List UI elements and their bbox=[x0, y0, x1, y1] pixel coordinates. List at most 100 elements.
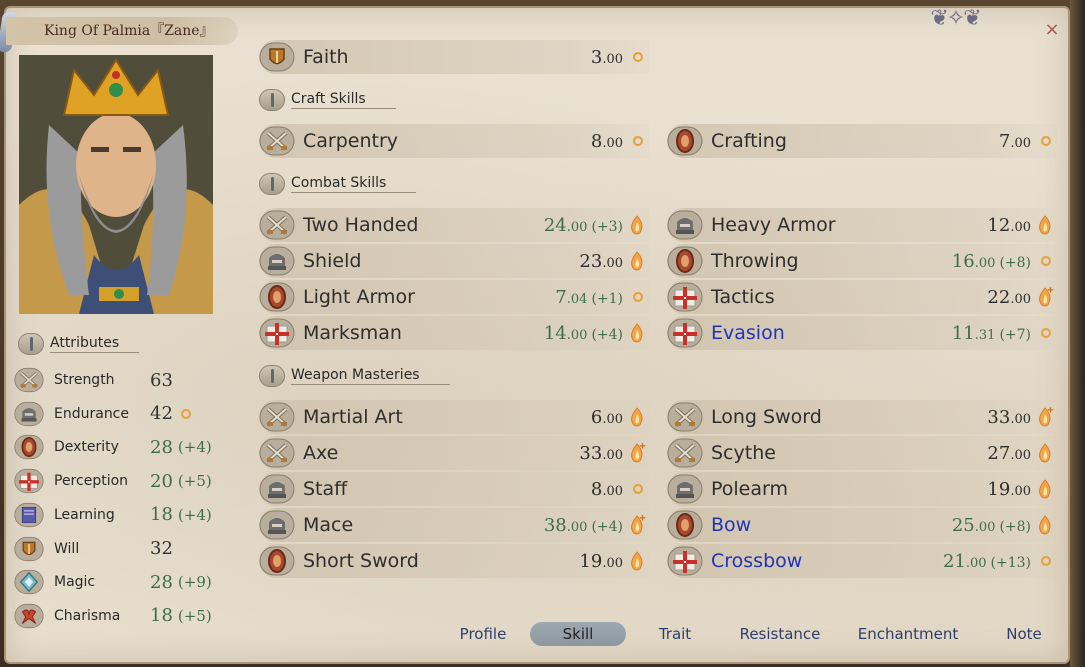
shield-icon bbox=[259, 42, 295, 72]
skill-level: 19.00 bbox=[987, 479, 1031, 500]
skill-level-decimal: .00 bbox=[602, 411, 623, 427]
skill-row[interactable]: Heavy Armor 12.00 bbox=[667, 208, 1057, 242]
skill-level-integer: 7 bbox=[998, 130, 1011, 152]
skill-bonus: (+8) bbox=[999, 254, 1031, 271]
skill-level-decimal: .00 bbox=[566, 219, 588, 235]
skill-level: 21.00 (+13) bbox=[943, 551, 1031, 572]
skill-level-decimal: .04 bbox=[566, 291, 588, 307]
skill-level-decimal: .00 bbox=[1010, 135, 1031, 151]
potential-flame-plus-icon bbox=[631, 443, 646, 463]
tab-skill[interactable]: Skill bbox=[530, 622, 626, 646]
skill-row[interactable]: Martial Art 6.00 bbox=[259, 400, 649, 434]
ribbon-icon bbox=[14, 603, 44, 628]
potential-dot-icon bbox=[1041, 136, 1051, 146]
skill-level-integer: 25 bbox=[951, 514, 975, 536]
skill-level: 33.00 bbox=[987, 407, 1031, 428]
skill-row[interactable]: Axe 33.00 bbox=[259, 436, 649, 470]
skill-bonus: (+4) bbox=[591, 518, 623, 535]
skill-level-decimal: .00 bbox=[974, 255, 996, 271]
skill-row[interactable]: Staff 8.00 bbox=[259, 472, 649, 506]
skill-row[interactable]: Throwing 16.00 (+8) bbox=[667, 244, 1057, 278]
skill-level-integer: 23 bbox=[579, 250, 603, 272]
tab-enchantment[interactable]: Enchantment bbox=[850, 622, 966, 646]
skill-name: Light Armor bbox=[303, 286, 415, 308]
skill-row[interactable]: Scythe 27.00 bbox=[667, 436, 1057, 470]
skill-name: Staff bbox=[303, 478, 348, 500]
target-cross-icon bbox=[667, 546, 703, 576]
potential-dot-icon bbox=[1041, 256, 1051, 266]
skill-level-decimal: .00 bbox=[602, 51, 623, 67]
skill-level-decimal: .00 bbox=[602, 483, 623, 499]
potential-flame-icon bbox=[631, 323, 643, 343]
attribute-name: Strength bbox=[54, 372, 115, 388]
skill-row[interactable]: Short Sword 19.00 bbox=[259, 544, 649, 578]
tab-note[interactable]: Note bbox=[995, 622, 1053, 646]
red-gem-icon bbox=[259, 546, 295, 576]
skill-level: 25.00 (+8) bbox=[952, 515, 1031, 536]
potential-dot-icon bbox=[633, 292, 643, 302]
skill-row[interactable]: Polearm 19.00 bbox=[667, 472, 1057, 506]
section-marker-icon bbox=[259, 173, 285, 195]
tab-resistance[interactable]: Resistance bbox=[732, 622, 828, 646]
skill-level-integer: 16 bbox=[951, 250, 975, 272]
skill-name: Axe bbox=[303, 442, 339, 464]
section-marker-icon bbox=[259, 365, 285, 387]
attributes-header: Attributes bbox=[18, 332, 140, 356]
skill-row[interactable]: Two Handed 24.00 (+3) bbox=[259, 208, 649, 242]
skill-level-decimal: .00 bbox=[602, 135, 623, 151]
character-portrait bbox=[19, 55, 213, 314]
tab-profile[interactable]: Profile bbox=[450, 622, 516, 646]
potential-dot-icon bbox=[1041, 556, 1051, 566]
skill-level-decimal: .00 bbox=[974, 519, 996, 535]
skill-row[interactable]: Bow 25.00 (+8) bbox=[667, 508, 1057, 542]
helmet-icon bbox=[14, 401, 44, 426]
skill-level: 24.00 (+3) bbox=[544, 215, 623, 236]
skill-level-decimal: .00 bbox=[1010, 411, 1031, 427]
potential-dot-icon bbox=[633, 136, 643, 146]
skill-name: Tactics bbox=[711, 286, 775, 308]
skill-level: 3.00 bbox=[591, 47, 623, 68]
skill-bonus: (+1) bbox=[591, 290, 623, 307]
potential-flame-plus-icon bbox=[1039, 407, 1054, 427]
skill-row[interactable]: Evasion 11.31 (+7) bbox=[667, 316, 1057, 350]
red-gem-icon bbox=[667, 510, 703, 540]
skill-row[interactable]: Mace 38.00 (+4) bbox=[259, 508, 649, 542]
skill-level-integer: 7 bbox=[555, 286, 567, 308]
skill-level: 27.00 bbox=[987, 443, 1031, 464]
skill-name: Carpentry bbox=[303, 130, 399, 152]
skill-level: 22.00 bbox=[987, 287, 1031, 308]
skill-row[interactable]: Crossbow 21.00 (+13) bbox=[667, 544, 1057, 578]
section-marker-icon bbox=[18, 333, 44, 355]
crossed-swords-icon bbox=[259, 126, 295, 156]
attribute-row: Will 32 bbox=[14, 534, 214, 564]
skill-row[interactable]: Crafting 7.00 bbox=[667, 124, 1057, 158]
attribute-bonus: (+4) bbox=[177, 438, 212, 457]
skill-name: Mace bbox=[303, 514, 354, 536]
crossed-swords-icon bbox=[259, 438, 295, 468]
tab-trait[interactable]: Trait bbox=[646, 622, 704, 646]
skill-row[interactable]: Light Armor 7.04 (+1) bbox=[259, 280, 649, 314]
skill-row[interactable]: Long Sword 33.00 bbox=[667, 400, 1057, 434]
skill-row[interactable]: Tactics 22.00 bbox=[667, 280, 1057, 314]
skill-level-decimal: .00 bbox=[602, 555, 623, 571]
attribute-row: Perception 20 (+5) bbox=[14, 466, 214, 496]
skill-name: Bow bbox=[711, 514, 752, 536]
skill-row[interactable]: Carpentry 8.00 bbox=[259, 124, 649, 158]
character-name: King Of Palmia『Zane』 bbox=[6, 17, 238, 45]
potential-flame-icon bbox=[631, 551, 643, 571]
craft-skills-header: Craft Skills bbox=[259, 88, 396, 112]
skill-level-integer: 8 bbox=[590, 478, 603, 500]
skill-row[interactable]: Shield 23.00 bbox=[259, 244, 649, 278]
skill-row[interactable]: Faith 3.00 bbox=[259, 40, 649, 74]
helmet-icon bbox=[667, 210, 703, 240]
skill-level-decimal: .00 bbox=[1010, 447, 1031, 463]
skill-name: Faith bbox=[303, 46, 349, 68]
skill-level-integer: 19 bbox=[579, 550, 603, 572]
helmet-icon bbox=[259, 246, 295, 276]
skill-level: 6.00 bbox=[591, 407, 623, 428]
attribute-row: Strength 63 bbox=[14, 365, 214, 395]
skill-row[interactable]: Marksman 14.00 (+4) bbox=[259, 316, 649, 350]
skill-level: 12.00 bbox=[987, 215, 1031, 236]
attribute-value: 42 bbox=[150, 403, 173, 425]
close-button[interactable]: × bbox=[1042, 20, 1062, 40]
